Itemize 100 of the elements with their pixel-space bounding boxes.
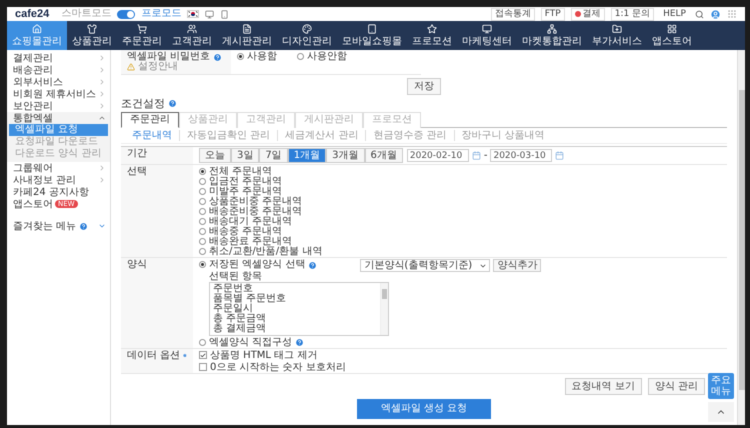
- action-button[interactable]: 요청내역 보기: [564, 378, 642, 395]
- sidebar-item[interactable]: 배송관리: [7, 64, 110, 76]
- tab[interactable]: 주문관리: [121, 112, 179, 128]
- submit-button[interactable]: 엑셀파일 생성 요청: [356, 399, 492, 419]
- nav-tab[interactable]: 마켓통합관리: [517, 21, 587, 50]
- nav-tab[interactable]: 디자인관리: [277, 21, 337, 50]
- logo: cafe24: [15, 8, 50, 20]
- scrollbar[interactable]: [737, 50, 745, 425]
- radio-button[interactable]: [199, 168, 206, 174]
- nav-tab[interactable]: 상품관리: [67, 21, 117, 50]
- mode-toggle[interactable]: [117, 10, 136, 18]
- checkbox[interactable]: [199, 363, 207, 371]
- row-label: 선택: [127, 167, 147, 177]
- period-button[interactable]: 7일: [259, 148, 288, 163]
- template-select[interactable]: 기본양식(출력항목기준): [360, 259, 490, 272]
- nav-tab[interactable]: 고객관리: [167, 21, 217, 50]
- monitor-icon[interactable]: [205, 10, 214, 18]
- radio-button[interactable]: [199, 248, 206, 254]
- network-icon: [547, 24, 557, 34]
- period-button[interactable]: 3일: [231, 148, 260, 163]
- date-field[interactable]: 2020-03-10: [490, 149, 552, 162]
- date-field[interactable]: 2020-02-10: [406, 149, 469, 162]
- star-icon: [427, 24, 437, 34]
- sidebar-item[interactable]: 외부서비스: [7, 76, 110, 88]
- radio-button[interactable]: [199, 260, 206, 268]
- checkbox[interactable]: [199, 351, 207, 359]
- shirt-icon: [87, 24, 97, 34]
- apps-icon[interactable]: [727, 9, 737, 19]
- favorites-label: 즐겨찾는 메뉴: [13, 220, 76, 233]
- phone-icon[interactable]: [220, 10, 230, 18]
- row-label: 기간: [127, 149, 147, 159]
- help-link[interactable]: HELP: [660, 8, 689, 20]
- add-template-button[interactable]: 양식추가: [493, 259, 542, 272]
- top-link[interactable]: FTP: [540, 8, 565, 20]
- radio-button[interactable]: [199, 338, 206, 346]
- radio-option[interactable]: 상품준비중 주문내역: [199, 196, 302, 206]
- radio-button[interactable]: [199, 208, 206, 214]
- radio-option[interactable]: 저장된 엑셀양식 선택: [199, 259, 306, 269]
- radio-button[interactable]: [237, 52, 244, 60]
- radio-button[interactable]: [199, 228, 206, 234]
- list-item[interactable]: 주문일시: [213, 304, 377, 314]
- radio-option[interactable]: 미발주 주문내역: [199, 186, 282, 196]
- nav-tab[interactable]: 게시판관리: [217, 21, 277, 50]
- chevron-down-icon: [98, 222, 106, 230]
- list-item[interactable]: 총 주문금액: [213, 314, 377, 324]
- sidebar-item[interactable]: 비회원 제휴서비스: [7, 88, 110, 100]
- help-icon: [213, 52, 222, 62]
- radio-button[interactable]: [199, 218, 206, 224]
- favorites-menu[interactable]: 즐겨찾는 메뉴: [7, 220, 110, 232]
- list-item[interactable]: 주문번호: [213, 284, 377, 294]
- radio-button[interactable]: [297, 52, 304, 60]
- sidebar-item[interactable]: 통합엑셀: [7, 112, 110, 124]
- radio-option[interactable]: 사용함: [237, 51, 277, 61]
- profile-icon[interactable]: [710, 8, 721, 20]
- checkbox-option[interactable]: 상품명 HTML 태그 제거: [199, 350, 318, 360]
- radio-option[interactable]: 엑셀양식 직접구성: [199, 337, 292, 347]
- radio-button[interactable]: [199, 178, 206, 184]
- radio-button[interactable]: [199, 238, 206, 244]
- radio-option[interactable]: 취소/교환/반품/환불 내역: [199, 246, 322, 256]
- search-icon[interactable]: [695, 10, 704, 18]
- nav-tab[interactable]: 마케팅센터: [457, 21, 517, 50]
- field-listbox[interactable]: 주문번호 품목별 주문번호 주문일시 총 주문금액 총 결제금액: [209, 282, 389, 336]
- sub-tab[interactable]: 주문내역: [125, 130, 179, 141]
- radio-option[interactable]: 배송완료 주문내역: [199, 236, 292, 246]
- period-button[interactable]: 6개월: [364, 148, 403, 163]
- radio-button[interactable]: [199, 188, 206, 194]
- period-button[interactable]: 1개월: [288, 148, 326, 163]
- nav-tab[interactable]: 부가서비스: [587, 21, 647, 50]
- nav-tab[interactable]: 프로모션: [407, 21, 457, 50]
- radio-option[interactable]: 사용안함: [297, 51, 347, 61]
- calendar-icon[interactable]: [472, 151, 481, 160]
- action-button[interactable]: 양식 관리: [648, 378, 705, 395]
- radio-option[interactable]: 배송준비중 주문내역: [199, 206, 302, 216]
- calendar-icon[interactable]: [555, 151, 564, 160]
- top-link[interactable]: 접속통계: [490, 8, 535, 20]
- radio-button[interactable]: [199, 198, 206, 204]
- checkbox-option[interactable]: 0으로 시작하는 숫자 보호처리: [199, 362, 346, 372]
- sidebar-item[interactable]: 카페24 공지사항: [7, 186, 110, 198]
- top-link[interactable]: 1:1 문의: [610, 8, 654, 20]
- period-button[interactable]: 오늘: [199, 148, 231, 163]
- sidebar-item[interactable]: 그룹웨어: [7, 162, 110, 174]
- radio-option[interactable]: 전체 주문내역: [199, 166, 272, 176]
- list-label: 선택된 항목: [209, 272, 264, 282]
- list-item[interactable]: 품목별 주문번호: [213, 294, 377, 304]
- palette-icon: [302, 24, 312, 34]
- sidebar-item[interactable]: 보안관리: [7, 100, 110, 112]
- flag-icon: [187, 10, 200, 18]
- sidebar-item[interactable]: 결제관리: [7, 52, 110, 64]
- nav-tab[interactable]: 앱스토어: [647, 21, 697, 50]
- period-button[interactable]: 3개월: [326, 148, 364, 163]
- nav-tab[interactable]: 모바일쇼핑몰: [337, 21, 407, 50]
- list-item[interactable]: 총 결제금액: [213, 324, 377, 334]
- radio-option[interactable]: 배송중 주문내역: [199, 226, 282, 236]
- radio-option[interactable]: 입금전 주문내역: [199, 176, 282, 186]
- nav-tab[interactable]: 주문관리: [117, 21, 167, 50]
- help-icon: [79, 222, 88, 230]
- sidebar-item[interactable]: 사내정보 관리: [7, 174, 110, 186]
- list-scrollbar[interactable]: [380, 283, 388, 335]
- save-button[interactable]: 저장: [407, 78, 441, 95]
- radio-option[interactable]: 배송대기 주문내역: [199, 216, 292, 226]
